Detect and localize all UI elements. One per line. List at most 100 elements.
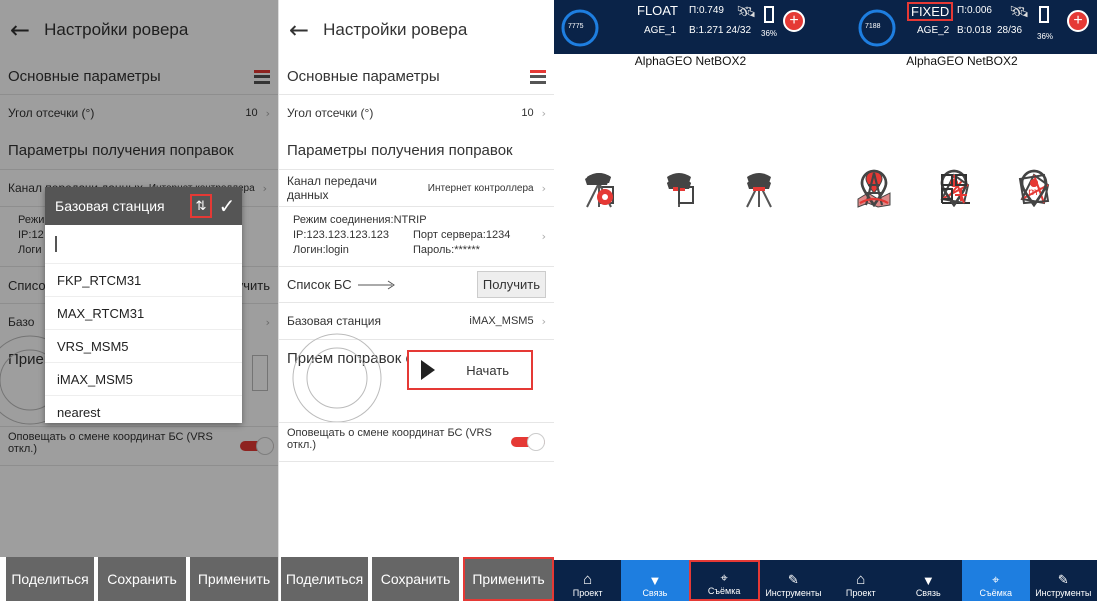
ntrip-info[interactable]: Режим соединения:NTRIP IP:123.123.123.12… [279, 206, 554, 266]
cutoff-label: Угол отсечки (°) [287, 106, 374, 120]
nav-survey[interactable]: ⌖ Съёмка [962, 560, 1030, 601]
option-item[interactable]: nearest [45, 395, 242, 428]
battery-icon [764, 6, 774, 23]
menu-tile[interactable] [634, 166, 724, 212]
nav-connection[interactable]: ▼ Связь [621, 560, 689, 601]
chevron-right-icon: › [541, 230, 546, 243]
pin-icon: ⌖ [992, 572, 1000, 587]
base-label: Базовая станция [287, 314, 381, 328]
sort-icon[interactable]: ⇅ [190, 194, 212, 218]
dropdown-search-input[interactable] [45, 225, 242, 263]
notify-toggle[interactable] [511, 433, 545, 451]
start-button[interactable]: Начать [407, 350, 533, 390]
section-corrections: Параметры получения поправок [279, 131, 554, 169]
nav-survey[interactable]: ⌖ Съёмка [688, 560, 760, 601]
arrow-right-icon [357, 280, 395, 289]
powerline-stakeout-icon [829, 166, 919, 212]
section-main-params: Основные параметры [279, 59, 554, 94]
nav-label: Связь [915, 588, 941, 598]
status-bar: 7775 FLOAT AGE_1 П:0.749 В:1.271 24/32 🛰… [554, 0, 827, 54]
receiver-icon: ▼ [648, 573, 662, 588]
bottom-nav: ⌂ Проект ▼ Связь ⌖ Съёмка ✎ Инструменты [827, 560, 1097, 601]
menu-tile[interactable]: m² [989, 166, 1079, 212]
rover-settings-panel-dialog: ← Настройки ровера Основные параметры Уг… [0, 0, 278, 601]
cutoff-row[interactable]: Угол отсечки (°) 10 › [279, 94, 554, 131]
menu-tile[interactable] [829, 166, 919, 212]
menu-tile[interactable] [554, 166, 644, 212]
age-value: AGE_2 [917, 25, 950, 36]
section-title: Параметры получения поправок [287, 141, 513, 159]
save-button[interactable]: Сохранить [372, 557, 459, 601]
status-bar: 7188 FIXED AGE_2 П:0.006 В:0.018 28/36 🛰… [827, 0, 1097, 54]
house-icon: ⌂ [856, 571, 866, 588]
add-icon[interactable]: + [1067, 10, 1089, 32]
option-item[interactable]: iMAX_MSM5 [45, 362, 242, 395]
pin-icon: ⌖ [720, 570, 728, 585]
satellite-icon: 🛰 [736, 4, 757, 21]
apply-button[interactable]: Применить [190, 557, 278, 601]
precision-v: В:0.018 [957, 25, 992, 36]
share-button[interactable]: Поделиться [6, 557, 94, 601]
nav-label: Съёмка [707, 586, 741, 596]
bottom-buttons: Поделиться Сохранить Применить [0, 557, 278, 601]
circle-value: 7188 [865, 23, 881, 30]
nav-label: Съёмка [979, 588, 1012, 598]
menu-tile[interactable] [714, 166, 804, 212]
section-title: Основные параметры [287, 68, 440, 85]
option-item[interactable]: MAX_RTCM31 [45, 296, 242, 329]
rover-settings-panel: ← Настройки ровера Основные параметры Уг… [278, 0, 554, 601]
login-text: Логин:login [293, 244, 349, 256]
ip-text: IP:123.123.123.123 [293, 229, 390, 241]
nav-connection[interactable]: ▼ Связь [895, 560, 963, 601]
title-bar: ← Настройки ровера [279, 0, 554, 59]
base-value: iMAX_MSM5 [469, 315, 534, 327]
add-icon[interactable]: + [783, 10, 805, 32]
nav-label: Инструменты [1035, 588, 1092, 598]
base-station-dropdown: Базовая станция ⇅ ✓ FKP_RTCM31 MAX_RTCM3… [45, 187, 242, 423]
precision-h: П:0.749 [689, 5, 724, 16]
nav-label: Инструменты [765, 588, 822, 598]
nav-project[interactable]: ⌂ Проект [827, 560, 895, 601]
survey-grid: m² [827, 76, 1097, 536]
receiver-icon: ▼ [921, 573, 935, 588]
apply-button[interactable]: Применить [463, 557, 554, 601]
nav-label: Связь [642, 588, 668, 598]
chevron-right-icon: › [541, 314, 546, 328]
receiver-registration-icon [634, 166, 724, 212]
create-shortcut-icon [909, 166, 999, 212]
nav-project[interactable]: ⌂ Проект [554, 560, 621, 601]
option-item[interactable]: VRS_MSM5 [45, 329, 242, 362]
get-button[interactable]: Получить [476, 271, 546, 298]
back-arrow-icon[interactable]: ← [289, 16, 309, 44]
channel-row[interactable]: Канал передачи данных Интернет контролле… [279, 169, 554, 206]
save-button[interactable]: Сохранить [98, 557, 186, 601]
bs-list-row: Список БС Получить [279, 266, 554, 302]
connection-grid [554, 76, 827, 536]
device-name: AlphaGEO NetBOX2 [827, 54, 1097, 68]
option-item[interactable]: FKP_RTCM31 [45, 263, 242, 296]
battery-value: 36% [761, 29, 778, 38]
sats-count: 24/32 [726, 25, 752, 36]
nav-tools[interactable]: ✎ Инструменты [1030, 560, 1097, 601]
house-icon: ⌂ [583, 571, 593, 588]
page-title: Настройки ровера [323, 19, 468, 39]
conn-mode: Режим соединения:NTRIP [293, 214, 427, 226]
confirm-check-icon[interactable]: ✓ [212, 194, 242, 218]
sats-count: 28/36 [997, 25, 1023, 36]
battery-value: 36% [1037, 32, 1054, 41]
survey-menu-panel: 7188 FIXED AGE_2 П:0.006 В:0.018 28/36 🛰… [827, 0, 1097, 601]
nav-label: Проект [845, 588, 876, 598]
notify-row: Оповещать о смене координат БС (VRS откл… [279, 422, 554, 462]
menu-tile[interactable] [909, 166, 999, 212]
menu-list-icon[interactable] [530, 69, 546, 84]
bottom-buttons: Поделиться Сохранить Применить [279, 557, 554, 601]
password-text: Пароль:****** [413, 244, 480, 256]
info-icon [714, 166, 804, 212]
device-name: AlphaGEO NetBOX2 [554, 54, 827, 68]
nav-tools[interactable]: ✎ Инструменты [760, 560, 827, 601]
channel-label: Канал передачи данных [287, 174, 377, 202]
share-button[interactable]: Поделиться [281, 557, 368, 601]
dropdown-title: Базовая станция [55, 198, 165, 214]
solution-status: FIXED [907, 2, 954, 21]
port-text: Порт сервера:1234 [413, 229, 511, 241]
